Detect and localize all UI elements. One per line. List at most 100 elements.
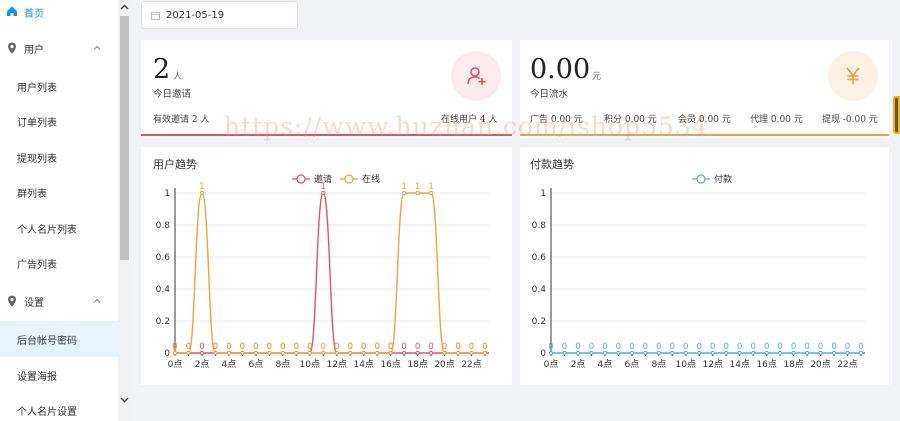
- data-label: 0: [858, 342, 863, 352]
- x-tick-label: 22点: [461, 359, 481, 370]
- sidebar-item-ad-list[interactable]: 广告列表: [0, 245, 118, 281]
- sidebar-item-home-label: 首页: [24, 8, 44, 20]
- data-label: 0: [831, 342, 836, 352]
- data-label: 0: [334, 342, 339, 352]
- data-label: 1: [199, 182, 204, 192]
- x-tick-label: 8点: [275, 359, 290, 370]
- x-tick-label: 18点: [407, 359, 427, 370]
- data-label: 0: [294, 342, 299, 352]
- data-label: 0: [186, 342, 191, 352]
- sidebar-item-user-list[interactable]: 用户列表: [0, 68, 118, 104]
- data-label: 0: [428, 342, 433, 352]
- user-trend-chart: 00.20.40.60.810点 2点 4点 6点 8点 10点 12点 14点 16点 18点 2…: [156, 173, 489, 370]
- y-tick-label: 0.4: [532, 285, 547, 295]
- flow-value: 0.00: [530, 54, 591, 85]
- legend-marker: [696, 174, 706, 184]
- invites-icon-circle: [451, 51, 501, 101]
- sidebar-scrollbar[interactable]: [118, 0, 131, 421]
- data-label: 0: [321, 342, 326, 352]
- chevron-up-icon: [120, 4, 129, 10]
- invites-stat-online: 在线用户 4 人: [441, 115, 498, 125]
- yuan-icon: [846, 67, 860, 84]
- data-label: 0: [388, 342, 393, 352]
- side-handle[interactable]: [893, 96, 900, 134]
- flow-stat-ad: 广告 0.00 元: [530, 115, 583, 125]
- sidebar-group-settings[interactable]: 设置: [0, 283, 118, 319]
- data-label: 0: [656, 342, 661, 352]
- data-label: 0: [240, 342, 245, 352]
- x-tick-label: 2点: [571, 359, 586, 370]
- data-label: 0: [455, 342, 460, 352]
- legend-label: 在线: [362, 173, 380, 185]
- invites-stat-valid: 有效邀请 2 人: [153, 115, 210, 125]
- x-tick-label: 4点: [598, 359, 613, 370]
- data-label: 0: [307, 342, 312, 352]
- data-label: 0: [226, 342, 231, 352]
- sidebar-item-order-list[interactable]: 订单列表: [0, 103, 118, 139]
- data-label: 0: [845, 342, 850, 352]
- flow-stat-member: 会员 0.00 元: [678, 115, 731, 125]
- sidebar-item-label: 提现列表: [17, 153, 57, 165]
- data-label: 0: [374, 342, 379, 352]
- flow-label: 今日流水: [530, 89, 569, 100]
- x-tick-label: 16点: [380, 359, 400, 370]
- add-user-icon: [467, 67, 486, 85]
- data-label: 0: [280, 342, 285, 352]
- legend-label: 付款: [714, 173, 732, 185]
- date-picker[interactable]: 2021-05-19: [141, 1, 298, 29]
- y-tick-label: 1: [164, 189, 170, 199]
- home-icon: [7, 6, 17, 16]
- sidebar-item-withdraw-list[interactable]: 提现列表: [0, 139, 118, 175]
- sidebar-item-card-list[interactable]: 个人名片列表: [0, 210, 118, 246]
- sidebar-item-label: 设置海报: [17, 371, 57, 383]
- x-tick-label: 20点: [810, 359, 830, 370]
- flow-card: 0.00 元 今日流水 广告 0.00 元 积分 0.00 元 会员 0.00 …: [520, 40, 889, 138]
- invites-unit: 人: [173, 72, 183, 82]
- sidebar-item-poster-settings[interactable]: 设置海报: [0, 357, 118, 393]
- sidebar-group-users-label: 用户: [24, 44, 44, 56]
- data-label: 1: [321, 182, 326, 192]
- data-label: 0: [804, 342, 809, 352]
- x-tick-label: 4点: [222, 359, 237, 370]
- data-label: 0: [710, 342, 715, 352]
- data-label: 0: [482, 342, 487, 352]
- data-label: 0: [670, 342, 675, 352]
- y-tick-label: 0.2: [532, 317, 546, 327]
- x-tick-label: 10点: [300, 359, 320, 370]
- sidebar-group-users[interactable]: 用户: [0, 30, 118, 66]
- invites-card: 2 人 今日邀请 有效邀请 2 人 在线用户 4 人: [141, 40, 512, 138]
- x-tick-label: 14点: [353, 359, 373, 370]
- x-tick-label: 6点: [249, 359, 264, 370]
- sidebar-group-settings-label: 设置: [24, 297, 44, 309]
- x-tick-label: 14点: [729, 359, 749, 370]
- x-tick-label: 10点: [676, 359, 696, 370]
- sidebar-item-card-settings[interactable]: 个人名片设置: [0, 392, 118, 421]
- flow-stat-agent: 代理 0.00 元: [750, 115, 803, 125]
- scroll-down-button[interactable]: [118, 393, 131, 407]
- data-label: 0: [442, 342, 447, 352]
- invites-accent-line: [141, 134, 512, 136]
- calendar-icon: [151, 11, 160, 20]
- data-label: 0: [750, 342, 755, 352]
- sidebar-item-admin-password[interactable]: 后台帐号密码: [0, 321, 118, 357]
- y-tick-label: 0.6: [532, 253, 547, 263]
- x-tick-label: 2点: [195, 359, 210, 370]
- app: 首页 用户 用户列表 订单列表 提现列表 群列表 个人名片列表 广告列表 设置 …: [0, 0, 900, 421]
- y-tick-label: 0: [164, 349, 170, 359]
- location-pin-icon: [8, 42, 16, 54]
- data-label: 0: [415, 342, 420, 352]
- sidebar-item-home[interactable]: 首页: [0, 0, 118, 30]
- x-tick-label: 20点: [434, 359, 454, 370]
- scroll-up-button[interactable]: [118, 0, 131, 14]
- flow-icon-circle: [828, 51, 878, 101]
- user-trend-card: 用户趋势 0 0.2 0.4 0.6 0.8 1 0点 2点 4点 6点 8点 10点 12点 14点 16…: [141, 147, 512, 385]
- x-tick-label: 0点: [544, 359, 559, 370]
- data-label: 0: [777, 342, 782, 352]
- scrollbar-thumb[interactable]: [120, 16, 129, 260]
- sidebar-item-group-list[interactable]: 群列表: [0, 174, 118, 210]
- y-tick-label: 0.8: [156, 221, 171, 231]
- invites-label: 今日邀请: [153, 89, 192, 100]
- data-label: 0: [469, 342, 474, 352]
- data-label: 0: [213, 342, 218, 352]
- data-label: 0: [348, 342, 353, 352]
